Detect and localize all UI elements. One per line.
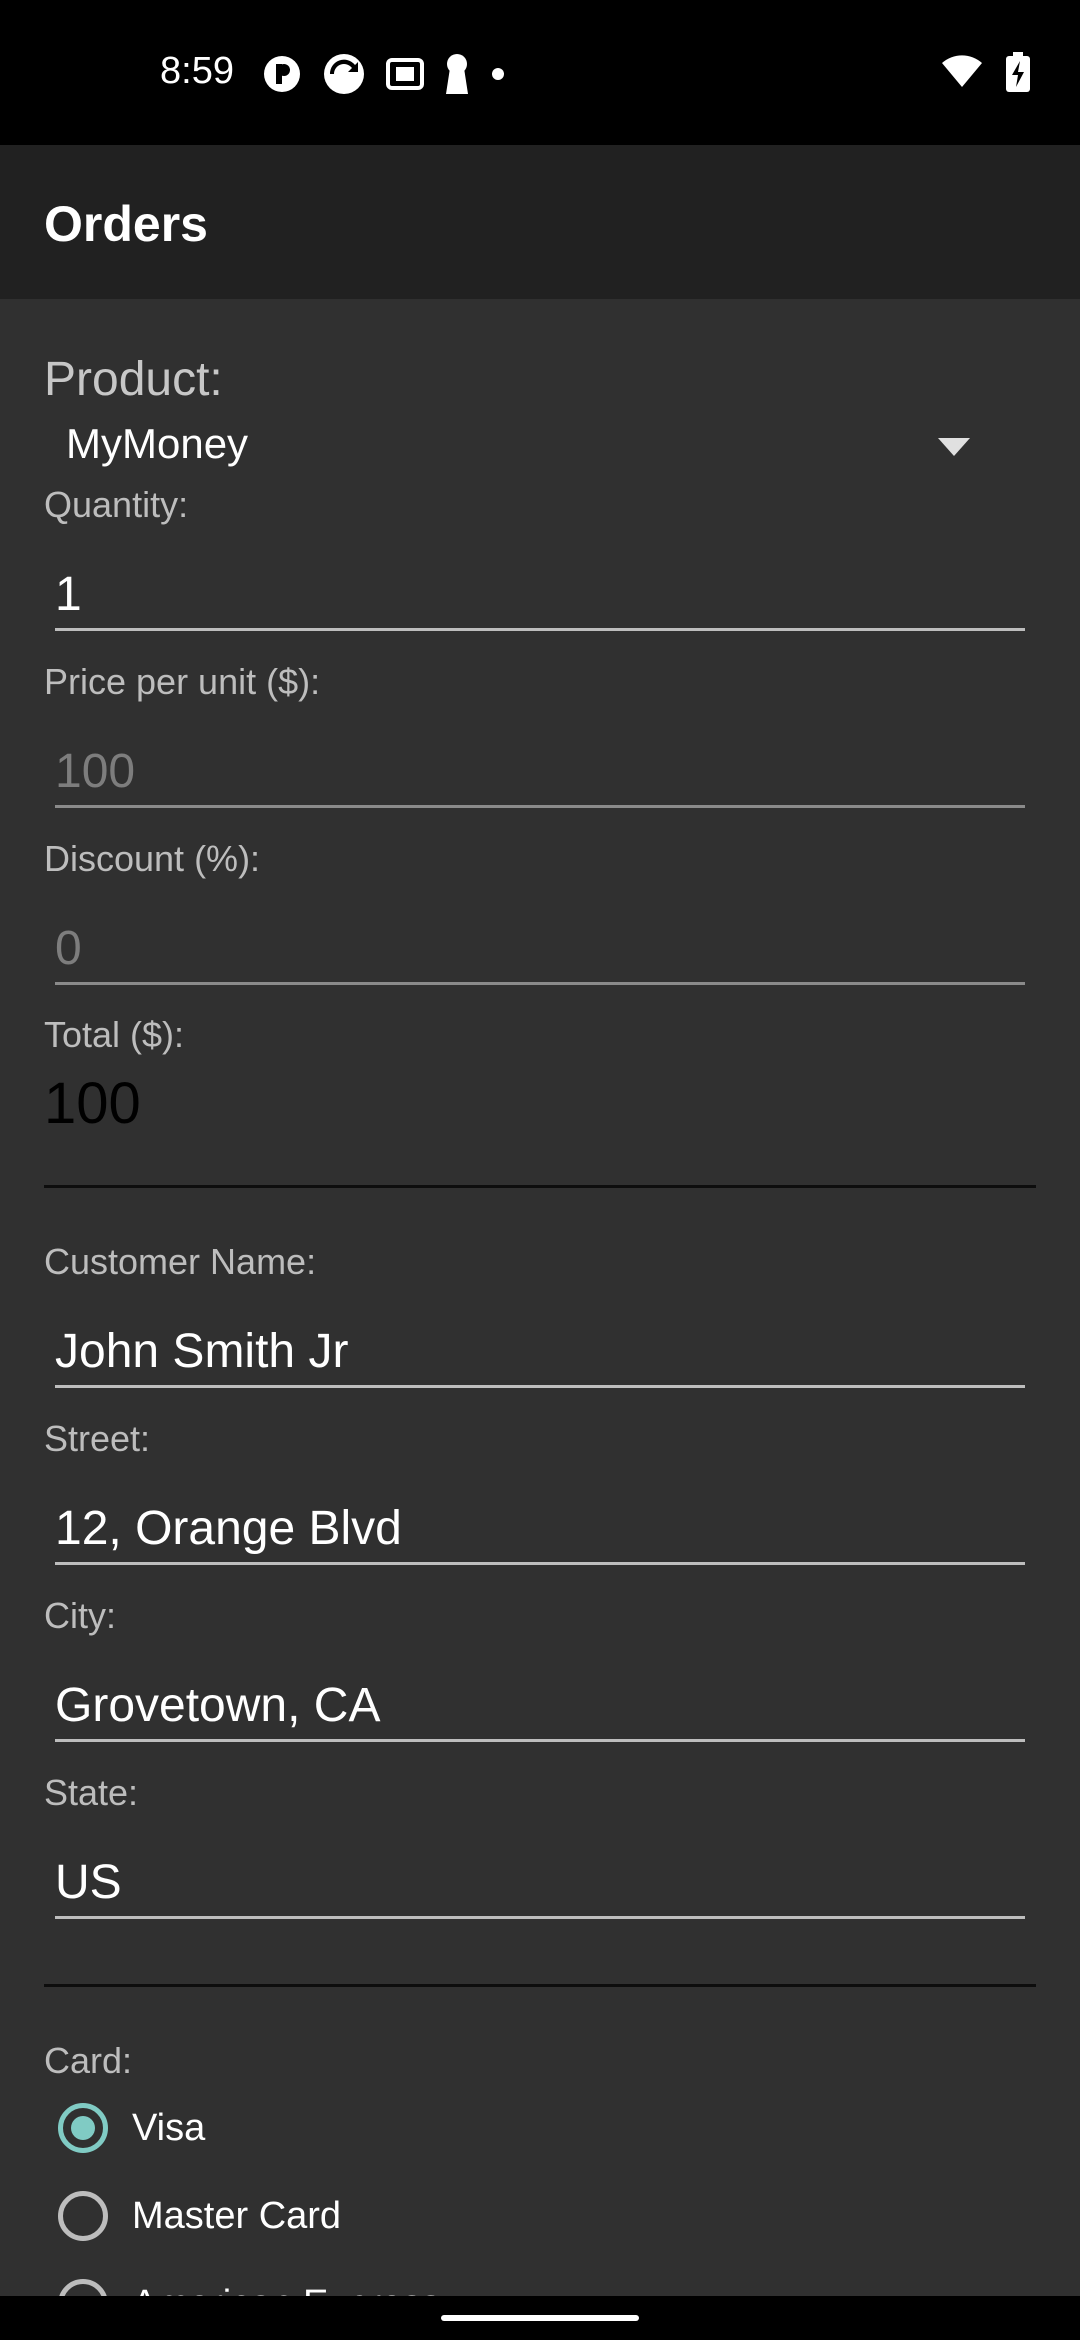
card-option-label: Visa (132, 2106, 206, 2149)
street-input[interactable]: 12, Orange Blvd (55, 1502, 1025, 1565)
wifi-icon (942, 55, 982, 87)
app-bar: Orders (0, 145, 1080, 299)
radio-unchecked-icon (58, 2191, 108, 2241)
price-label: Price per unit ($): (44, 661, 321, 702)
state-input[interactable]: US (55, 1856, 1025, 1919)
status-bar: 8:59 (0, 0, 1080, 145)
price-value: 100 (55, 745, 136, 798)
status-time: 8:59 (160, 50, 234, 92)
dot-icon (492, 68, 504, 80)
city-label: City: (44, 1595, 116, 1636)
price-input: 100 (55, 745, 1025, 808)
product-label: Product: (44, 353, 223, 406)
customer-name-input[interactable]: John Smith Jr (55, 1325, 1025, 1388)
quantity-label: Quantity: (44, 484, 189, 525)
discount-input: 0 (55, 922, 1025, 985)
section-divider-customer (44, 1984, 1036, 1987)
section-divider-order (44, 1185, 1036, 1188)
card-option-label: Master Card (132, 2194, 342, 2237)
keyhole-icon (446, 54, 468, 94)
battery-charging-icon (1006, 52, 1030, 92)
city-value: Grovetown, CA (55, 1679, 381, 1732)
pinterest-like-icon (264, 56, 300, 92)
home-gesture-handle[interactable] (441, 2315, 639, 2321)
customer-name-value: John Smith Jr (55, 1325, 349, 1378)
street-label: Street: (44, 1418, 151, 1459)
quantity-value: 1 (55, 568, 82, 621)
state-label: State: (44, 1772, 139, 1813)
card-option-visa[interactable]: Visa (58, 2103, 205, 2153)
discount-label: Discount (%): (44, 838, 261, 879)
state-value: US (55, 1856, 122, 1909)
radio-checked-icon (58, 2103, 108, 2153)
page-title: Orders (44, 196, 208, 252)
dropdown-arrow-icon (938, 438, 970, 456)
product-dropdown[interactable]: MyMoney (44, 410, 1014, 480)
card-option-mastercard[interactable]: Master Card (58, 2191, 341, 2241)
total-value: 100 (44, 1071, 141, 1136)
media-icon (386, 58, 424, 90)
total-label: Total ($): (44, 1014, 185, 1055)
system-icons (940, 52, 1030, 92)
product-selected-value: MyMoney (66, 420, 249, 467)
customer-name-label: Customer Name: (44, 1241, 317, 1282)
system-navigation-bar (0, 2296, 1080, 2340)
card-label: Card: (44, 2040, 133, 2081)
refresh-app-icon (324, 54, 364, 94)
city-input[interactable]: Grovetown, CA (55, 1679, 1025, 1742)
street-value: 12, Orange Blvd (55, 1502, 402, 1555)
discount-value: 0 (55, 922, 82, 975)
quantity-input[interactable]: 1 (55, 568, 1025, 631)
notification-icons (262, 52, 506, 96)
